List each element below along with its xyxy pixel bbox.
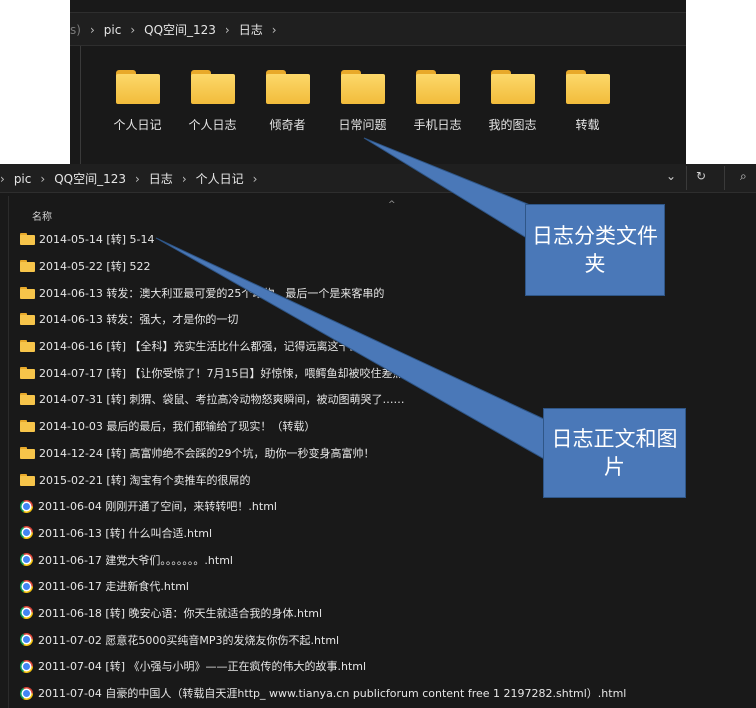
callout-pointer-content	[155, 237, 547, 461]
callout-folder-categories: 日志分类文件夹	[525, 204, 665, 296]
callout-content-images: 日志正文和图片	[543, 408, 686, 498]
callout-pointers	[155, 137, 547, 461]
callout-text: 日志正文和图片	[551, 427, 678, 479]
callout-text: 日志分类文件夹	[532, 224, 658, 276]
callout-pointer-folders	[363, 137, 531, 241]
